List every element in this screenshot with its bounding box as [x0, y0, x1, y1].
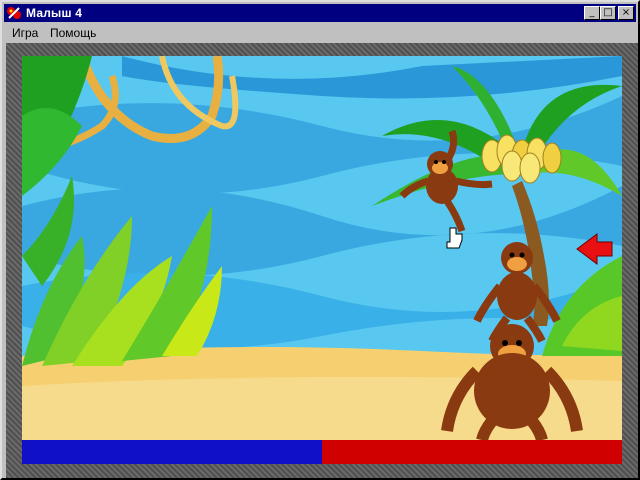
app-window: Малыш 4 _ □ × Игра Помощь — [0, 0, 640, 480]
menu-bar: Игра Помощь — [4, 23, 636, 43]
close-button[interactable]: × — [618, 6, 634, 20]
menu-help-label: Помощь — [50, 26, 97, 40]
menu-help[interactable]: Помощь — [50, 26, 96, 40]
menu-game-label: Игра — [12, 26, 39, 40]
maximize-button[interactable]: □ — [600, 6, 616, 20]
progress-fill-left — [22, 440, 322, 464]
progress-fill-right — [322, 440, 622, 464]
app-icon — [7, 7, 21, 19]
game-scene[interactable] — [22, 56, 622, 440]
menu-game[interactable]: Игра — [12, 26, 38, 40]
title-bar: Малыш 4 _ □ × — [4, 4, 636, 22]
minimize-button[interactable]: _ — [584, 6, 600, 20]
window-title: Малыш 4 — [26, 6, 83, 20]
progress-bar — [22, 440, 622, 464]
